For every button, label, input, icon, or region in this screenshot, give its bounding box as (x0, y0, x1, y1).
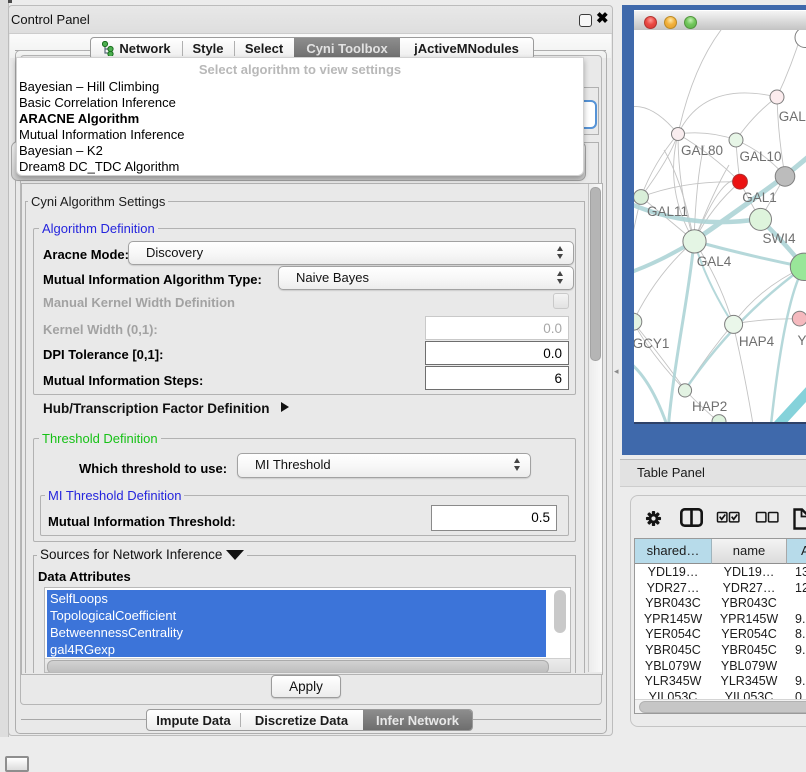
svg-text:HAP4: HAP4 (739, 334, 775, 349)
svg-text:GAL4: GAL4 (697, 254, 732, 269)
svg-text:GAL11: GAL11 (647, 204, 688, 219)
svg-text:Y: Y (797, 333, 806, 348)
svg-text:GCY1: GCY1 (634, 336, 669, 351)
svg-text:HAP2: HAP2 (692, 399, 727, 414)
svg-text:GAL80: GAL80 (681, 143, 723, 158)
svg-text:GAL1: GAL1 (742, 190, 777, 205)
svg-text:GAL7: GAL7 (779, 109, 806, 124)
svg-text:GAL10: GAL10 (739, 149, 781, 164)
svg-text:SWI4: SWI4 (762, 231, 795, 246)
